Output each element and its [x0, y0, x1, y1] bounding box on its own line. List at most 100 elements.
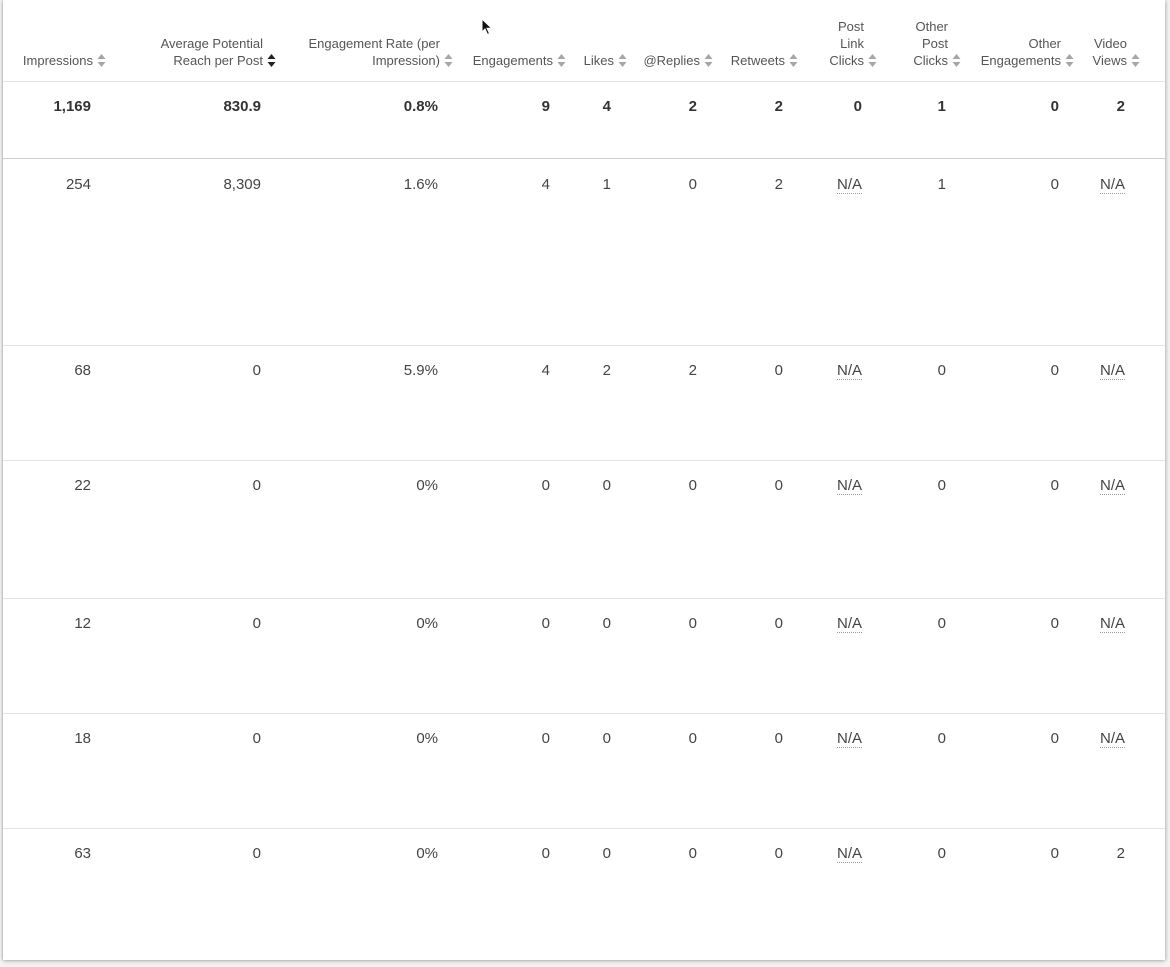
cell-value: 1	[937, 176, 946, 193]
cell-value: 0	[853, 98, 862, 115]
cell-retweets: 2	[775, 176, 783, 194]
cell-avg-reach: 0	[253, 615, 261, 633]
cell-value: 0	[602, 615, 611, 632]
column-header-post-link-clicks[interactable]: Post Link Clicks	[829, 18, 877, 69]
cell-other-engagements: 0	[1051, 362, 1059, 380]
cell-eng-rate: 1.6%	[404, 176, 438, 194]
cell-value: N/A	[836, 176, 862, 194]
cell-eng-rate: 0%	[416, 730, 438, 748]
cell-value: 0	[688, 845, 697, 862]
column-header-video-views[interactable]: Video Views	[1093, 35, 1140, 69]
cell-post-link-clicks: N/A	[836, 477, 862, 495]
row-divider	[3, 713, 1165, 714]
cell-value: 0	[1050, 845, 1059, 862]
total-cell-other-engagements: 0	[1051, 98, 1059, 116]
cell-other-engagements: 0	[1051, 845, 1059, 863]
column-header-label: Other Post Clicks	[913, 18, 948, 69]
cell-value: 1	[602, 176, 611, 193]
column-header-label: Impressions	[23, 52, 93, 69]
cell-replies: 0	[689, 477, 697, 495]
column-header-replies[interactable]: @Replies	[643, 52, 713, 69]
row-divider	[3, 158, 1165, 159]
column-header-label: Other Engagements	[981, 35, 1061, 69]
column-header-impressions[interactable]: Impressions	[23, 52, 106, 69]
cell-value: 2	[688, 362, 697, 379]
cell-value: 0	[252, 362, 261, 379]
cell-value: 0	[937, 615, 946, 632]
cell-value: 0	[602, 477, 611, 494]
cell-value: N/A	[836, 615, 862, 633]
row-divider	[3, 828, 1165, 829]
cell-value: 0%	[416, 845, 438, 862]
total-cell-engagements: 9	[542, 98, 550, 116]
cell-value: 1,169	[53, 98, 91, 115]
sort-icon[interactable]	[444, 53, 453, 68]
cell-value: 0	[602, 730, 611, 747]
cell-value: 12	[74, 615, 91, 632]
column-header-other-post-clicks[interactable]: Other Post Clicks	[913, 18, 961, 69]
cell-replies: 0	[689, 615, 697, 633]
cell-value: 4	[541, 362, 550, 379]
column-header-eng-rate[interactable]: Engagement Rate (per Impression)	[308, 35, 453, 69]
cell-replies: 0	[689, 176, 697, 194]
cell-value: 0	[252, 845, 261, 862]
cell-value: 0	[937, 845, 946, 862]
column-header-label-line: Video	[1093, 36, 1127, 51]
sort-icon[interactable]	[557, 53, 566, 68]
sort-icon[interactable]	[97, 53, 106, 68]
cell-value: N/A	[1099, 477, 1125, 495]
column-header-label: @Replies	[643, 52, 700, 69]
cell-value: 2	[688, 98, 697, 115]
column-header-other-engagements[interactable]: Other Engagements	[981, 35, 1074, 69]
row-divider	[3, 345, 1165, 346]
cell-avg-reach: 0	[253, 730, 261, 748]
cell-value: N/A	[836, 362, 862, 380]
total-cell-other-post-clicks: 1	[938, 98, 946, 116]
column-header-retweets[interactable]: Retweets	[731, 52, 798, 69]
cell-value: 0	[1050, 176, 1059, 193]
total-cell-post-link-clicks: 0	[854, 98, 862, 116]
cell-replies: 0	[689, 730, 697, 748]
cell-avg-reach: 0	[253, 477, 261, 495]
cell-avg-reach: 0	[253, 845, 261, 863]
cell-value: N/A	[1099, 615, 1125, 633]
column-header-likes[interactable]: Likes	[584, 52, 627, 69]
total-cell-video-views: 2	[1117, 98, 1125, 116]
cell-value: 0	[774, 730, 783, 747]
cell-value: 4	[541, 176, 550, 193]
cell-value: 0	[688, 615, 697, 632]
column-header-label: Video Views	[1093, 35, 1127, 69]
sort-icon[interactable]	[952, 53, 961, 68]
column-header-label-line: Other	[915, 19, 948, 34]
cell-engagements: 4	[542, 362, 550, 380]
cell-value: 8,309	[223, 176, 261, 193]
cell-value: 0	[1050, 730, 1059, 747]
sort-icon[interactable]	[1065, 53, 1074, 68]
cell-eng-rate: 0%	[416, 615, 438, 633]
cell-value: 2	[1116, 845, 1125, 862]
row-divider	[3, 81, 1165, 82]
sort-icon[interactable]	[789, 53, 798, 68]
column-header-label-line: Likes	[583, 53, 614, 68]
column-header-label-line: Impression)	[372, 53, 440, 68]
column-header-engagements[interactable]: Engagements	[473, 52, 566, 69]
cell-retweets: 0	[775, 477, 783, 495]
cell-value: 0	[688, 477, 697, 494]
sort-icon[interactable]	[1131, 53, 1140, 68]
mouse-cursor-icon	[481, 18, 493, 36]
column-header-label: Engagement Rate (per Impression)	[308, 35, 440, 69]
column-header-label-line: Post	[921, 36, 948, 51]
cell-other-post-clicks: 0	[938, 845, 946, 863]
cell-value: 2	[602, 362, 611, 379]
sort-icon[interactable]	[618, 53, 627, 68]
cell-engagements: 0	[542, 845, 550, 863]
cell-value: N/A	[836, 477, 862, 495]
column-header-avg-reach[interactable]: Average Potential Reach per Post	[161, 35, 276, 69]
sort-icon[interactable]	[704, 53, 713, 68]
sort-icon[interactable]	[868, 53, 877, 68]
cell-value: 22	[74, 477, 91, 494]
cell-eng-rate: 0%	[416, 477, 438, 495]
column-header-label-line: Clicks	[913, 53, 948, 68]
cell-value: 254	[65, 176, 91, 193]
sort-descending-icon[interactable]	[267, 53, 276, 68]
